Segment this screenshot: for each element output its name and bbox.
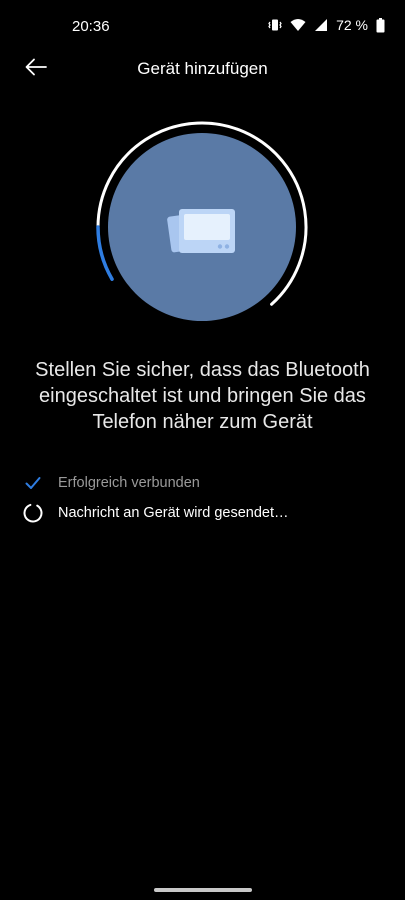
home-indicator[interactable] [154, 888, 252, 892]
step-sending: Nachricht an Gerät wird gesendet… [22, 498, 385, 528]
status-time: 20:36 [72, 18, 110, 35]
spinner-icon [22, 502, 44, 524]
wifi-icon [290, 18, 306, 32]
device-illustration [96, 121, 308, 333]
signal-icon [314, 18, 328, 32]
page-title: Gerät hinzufügen [137, 59, 268, 78]
battery-icon [376, 17, 385, 33]
progress-steps: Erfolgreich verbunden Nachricht an Gerät… [22, 468, 385, 528]
status-icons: 72 % [268, 17, 385, 33]
battery-percent: 72 % [336, 17, 368, 33]
vibrate-icon [268, 18, 282, 32]
instruction-text: Stellen Sie sicher, dass das Bluetooth e… [35, 359, 370, 433]
app-bar: Gerät hinzufügen [0, 52, 405, 88]
check-icon [22, 472, 44, 494]
step-connected: Erfolgreich verbunden [22, 468, 385, 498]
step-label: Erfolgreich verbunden [58, 475, 200, 491]
step-label: Nachricht an Gerät wird gesendet… [58, 505, 289, 521]
status-bar: 20:36 72 % [0, 0, 405, 52]
